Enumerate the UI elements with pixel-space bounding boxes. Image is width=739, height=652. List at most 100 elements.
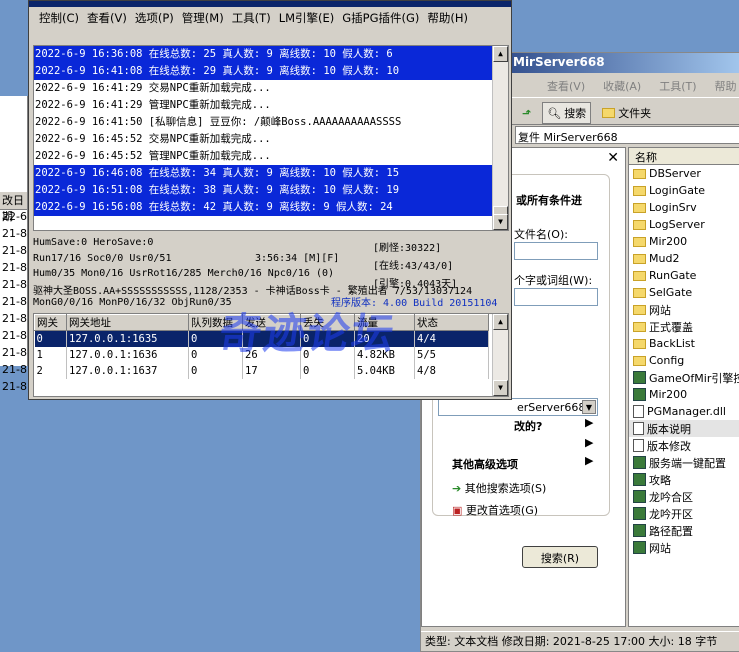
menu-options[interactable]: 选项(P) [133, 9, 180, 43]
file-item-label: Config [649, 354, 685, 367]
server-log[interactable]: 2022-6-9 16:36:08 在线总数: 25 真人数: 9 离线数: 1… [33, 45, 509, 231]
file-item[interactable]: LoginSrv [629, 199, 739, 216]
more-options-label: 其他搜索选项(S) [464, 482, 547, 495]
gate-cell: 5/5 [414, 346, 489, 363]
folders-button[interactable]: 文件夹 [597, 102, 656, 124]
document-icon [633, 422, 644, 435]
application-icon [633, 456, 646, 469]
file-item-label: 服务端一键配置 [649, 456, 726, 470]
lookin-value: erServer668 [517, 401, 586, 414]
chevron-down-icon[interactable]: ▼ [582, 400, 596, 414]
phrase-input[interactable] [514, 288, 598, 306]
menu-view[interactable]: 查看(V) [547, 78, 585, 95]
file-item[interactable]: 服务端一键配置 [629, 454, 739, 471]
gate-cell: 127.0.0.1:1637 [66, 362, 189, 379]
menu-manage[interactable]: 管理(M) [180, 9, 230, 43]
advanced-label[interactable]: 其他高级选项 [452, 456, 518, 472]
preferences-icon: ▣ [452, 504, 463, 517]
column-header-modified[interactable]: 改日期 [0, 192, 27, 223]
expand-arrow-icon[interactable]: ▶ [585, 436, 593, 449]
file-item-label: 网站 [649, 303, 671, 317]
file-item[interactable]: LogServer [629, 216, 739, 233]
file-item[interactable]: 正式覆盖 [629, 318, 739, 335]
gate-column-header[interactable]: 网关 [34, 314, 67, 331]
gate-cell: 127.0.0.1:1636 [66, 346, 189, 363]
file-item[interactable]: SelGate [629, 284, 739, 301]
file-item[interactable]: 龙吟开区 [629, 505, 739, 522]
list-item[interactable]: 21-8- [0, 261, 27, 278]
file-item-label: Mir200 [649, 235, 688, 248]
file-item[interactable]: 版本修改 [629, 437, 739, 454]
more-options-link[interactable]: ➔ 其他搜索选项(S) [452, 480, 546, 496]
column-header-name-label: 名称 [635, 151, 657, 164]
list-item[interactable]: 21-8- [0, 380, 27, 397]
filename-input[interactable] [514, 242, 598, 260]
menu-lm-engine[interactable]: LM引擎(E) [277, 9, 341, 43]
gate-column-header[interactable]: 状态 [414, 314, 489, 331]
gate-column-header[interactable]: 网关地址 [66, 314, 189, 331]
file-item[interactable]: 网站 [629, 539, 739, 556]
list-item[interactable]: 22-6- [0, 210, 27, 227]
file-item[interactable]: DBServer [629, 165, 739, 182]
file-item[interactable]: 版本说明 [629, 420, 739, 437]
address-bar[interactable]: 复件 MirServer668 [515, 126, 739, 144]
file-item[interactable]: Config [629, 352, 739, 369]
list-item[interactable]: 21-8- [0, 278, 27, 295]
list-item[interactable]: 21-8- [0, 363, 27, 380]
file-item[interactable]: GameOfMir引擎控 [629, 369, 739, 386]
run-stat: Run17/16 Soc0/0 Usr0/51 [33, 253, 172, 264]
folder-icon [633, 219, 646, 230]
log-line: 2022-6-9 16:56:08 在线总数: 42 真人数: 9 离线数: 9… [34, 199, 508, 216]
folder-icon [633, 168, 646, 179]
scroll-up-icon[interactable]: ▲ [493, 314, 508, 330]
log-line: 2022-6-9 16:41:29 交易NPC重新加载完成... [35, 82, 271, 94]
application-icon [633, 524, 646, 537]
file-item[interactable]: Mir200 [629, 386, 739, 403]
list-item[interactable]: 21-8- [0, 329, 27, 346]
list-item[interactable]: 21-8- [0, 244, 27, 261]
expand-arrow-icon[interactable]: ▶ [585, 416, 593, 429]
gate-row[interactable]: 2 127.0.0.1:1637 0 17 0 5.04KB 4/8 [34, 362, 489, 379]
search-submit-button[interactable]: 搜索(R) [522, 546, 598, 568]
menu-tools[interactable]: 工具(T) [659, 78, 696, 95]
folder-icon [633, 236, 646, 247]
menu-favorites[interactable]: 收藏(A) [603, 78, 641, 95]
gate-cell: 2 [34, 362, 67, 379]
scroll-down-icon[interactable]: ▼ [493, 214, 508, 230]
menu-help[interactable]: 帮助 [715, 78, 737, 95]
list-item[interactable]: 21-8- [0, 295, 27, 312]
search-button[interactable]: 🔍︎ 搜索 [542, 102, 592, 124]
gate-cell: 4/4 [414, 330, 489, 347]
file-item[interactable]: LoginGate [629, 182, 739, 199]
expand-arrow-icon[interactable]: ▶ [585, 454, 593, 467]
lookin-select[interactable]: erServer668 ▼ [438, 398, 598, 416]
column-header-name[interactable]: 名称 [629, 148, 739, 165]
menu-control[interactable]: 控制(C) [37, 9, 85, 43]
file-item[interactable]: PGManager.dll [629, 403, 739, 420]
list-item[interactable]: 21-8- [0, 312, 27, 329]
file-item[interactable]: RunGate [629, 267, 739, 284]
file-item[interactable]: Mir200 [629, 233, 739, 250]
gate-scrollbar[interactable]: ▲ ▼ [492, 314, 508, 396]
file-item[interactable]: BackList [629, 335, 739, 352]
up-folder-button[interactable]: ⬏ [517, 104, 536, 123]
menu-view[interactable]: 查看(V) [85, 9, 133, 43]
menu-plugins[interactable]: G插PG插件(G) [340, 9, 425, 43]
changed-label[interactable]: 改的? [514, 418, 542, 434]
file-item[interactable]: Mud2 [629, 250, 739, 267]
scroll-down-icon[interactable]: ▼ [493, 380, 508, 396]
file-item[interactable]: 路径配置 [629, 522, 739, 539]
list-item[interactable]: 21-8- [0, 227, 27, 244]
log-lines: 2022-6-9 16:36:08 在线总数: 25 真人数: 9 离线数: 1… [34, 46, 508, 216]
file-item[interactable]: 攻略 [629, 471, 739, 488]
menu-tools[interactable]: 工具(T) [230, 9, 277, 43]
list-item[interactable]: 21-8- [0, 346, 27, 363]
file-item[interactable]: 网站 [629, 301, 739, 318]
log-scrollbar[interactable]: ▲ ▼ [492, 46, 508, 230]
file-item[interactable]: 龙吟合区 [629, 488, 739, 505]
scroll-up-icon[interactable]: ▲ [493, 46, 508, 62]
change-prefs-link[interactable]: ▣ 更改首选项(G) [452, 502, 538, 518]
log-line: 2022-6-9 16:41:50 [私聊信息] 豆豆你: /颠峰Boss.AA… [35, 116, 402, 128]
gate-cell: 5.04KB [354, 362, 415, 379]
menu-help[interactable]: 帮助(H) [425, 9, 474, 43]
